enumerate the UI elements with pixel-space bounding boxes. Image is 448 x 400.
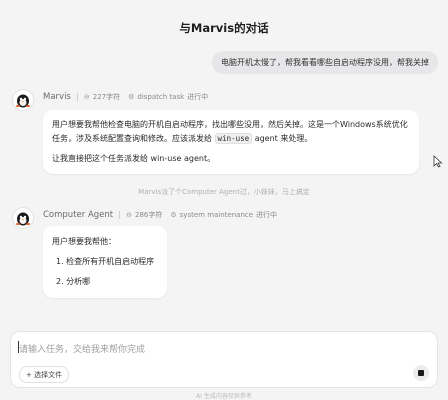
- task-icon: ⚙: [170, 211, 177, 219]
- agent-meta: Computer Agent ⊖ 286字符 ⚙ system maintena…: [43, 209, 277, 221]
- meta-divider: [76, 93, 78, 101]
- select-file-button[interactable]: + 选择文件: [19, 366, 70, 383]
- char-count: 227字符: [92, 93, 121, 101]
- message-line: 用户想要我帮他：: [52, 237, 116, 246]
- mouse-cursor-icon: [433, 155, 443, 168]
- user-message-bubble: 电脑开机太慢了，帮我看看哪些自启动程序没用，帮我关掉: [212, 51, 438, 74]
- marvis-meta: Marvis ⊖ 227字符 ⚙ dispatch task 进行中: [43, 91, 208, 103]
- task-input[interactable]: 请输入任务，交给我来帮你完成: [19, 342, 145, 355]
- task-label: dispatch task: [137, 93, 185, 101]
- stop-icon: [418, 370, 424, 376]
- char-count: 286字符: [135, 211, 163, 219]
- message-line: 任务，涉及系统配置查询和修改。应该派发给 win-use agent 来处理。: [52, 133, 313, 144]
- task-input-box[interactable]: 请输入任务，交给我来帮你完成 + 选择文件: [10, 331, 438, 388]
- inline-code: win-use: [214, 133, 253, 144]
- list-item: 1. 检查所有开机自启动程序: [56, 257, 155, 266]
- mascot-icon: [16, 212, 30, 226]
- list-item: 2. 分析哪: [56, 277, 91, 286]
- char-count-icon: ⊖: [126, 211, 132, 219]
- agent-avatar: [12, 207, 34, 229]
- agent-message-card: 用户想要我帮他： 1. 检查所有开机自启动程序 2. 分析哪: [43, 226, 167, 298]
- task-status: 进行中: [187, 93, 209, 101]
- message-line: 让我直接把这个任务派发给 win-use agent。: [52, 154, 216, 163]
- dispatch-note: Marvis派了个Computer Agent过，小妹妹，马上搞定: [138, 188, 310, 196]
- task-status: 进行中: [256, 211, 278, 219]
- meta-divider: [119, 211, 121, 219]
- message-line: 用户想要我帮他检查电脑的开机自启动程序，找出哪些没用，然后关掉。这是一个Wind…: [52, 120, 408, 129]
- marvis-avatar: [12, 89, 34, 111]
- page-title: 与Marvis的对话: [179, 21, 269, 35]
- sender-name: Computer Agent: [43, 210, 114, 220]
- step-list: 1. 检查所有开机自启动程序 2. 分析哪: [52, 255, 158, 289]
- mascot-icon: [16, 94, 30, 108]
- stop-button[interactable]: [413, 365, 429, 381]
- marvis-message-card: 用户想要我帮他检查电脑的开机自启动程序，找出哪些没用，然后关掉。这是一个Wind…: [43, 110, 419, 174]
- sender-name: Marvis: [43, 92, 71, 102]
- char-count-icon: ⊖: [83, 93, 90, 101]
- task-label: system maintenance: [179, 211, 254, 219]
- task-icon: ⚙: [128, 93, 135, 101]
